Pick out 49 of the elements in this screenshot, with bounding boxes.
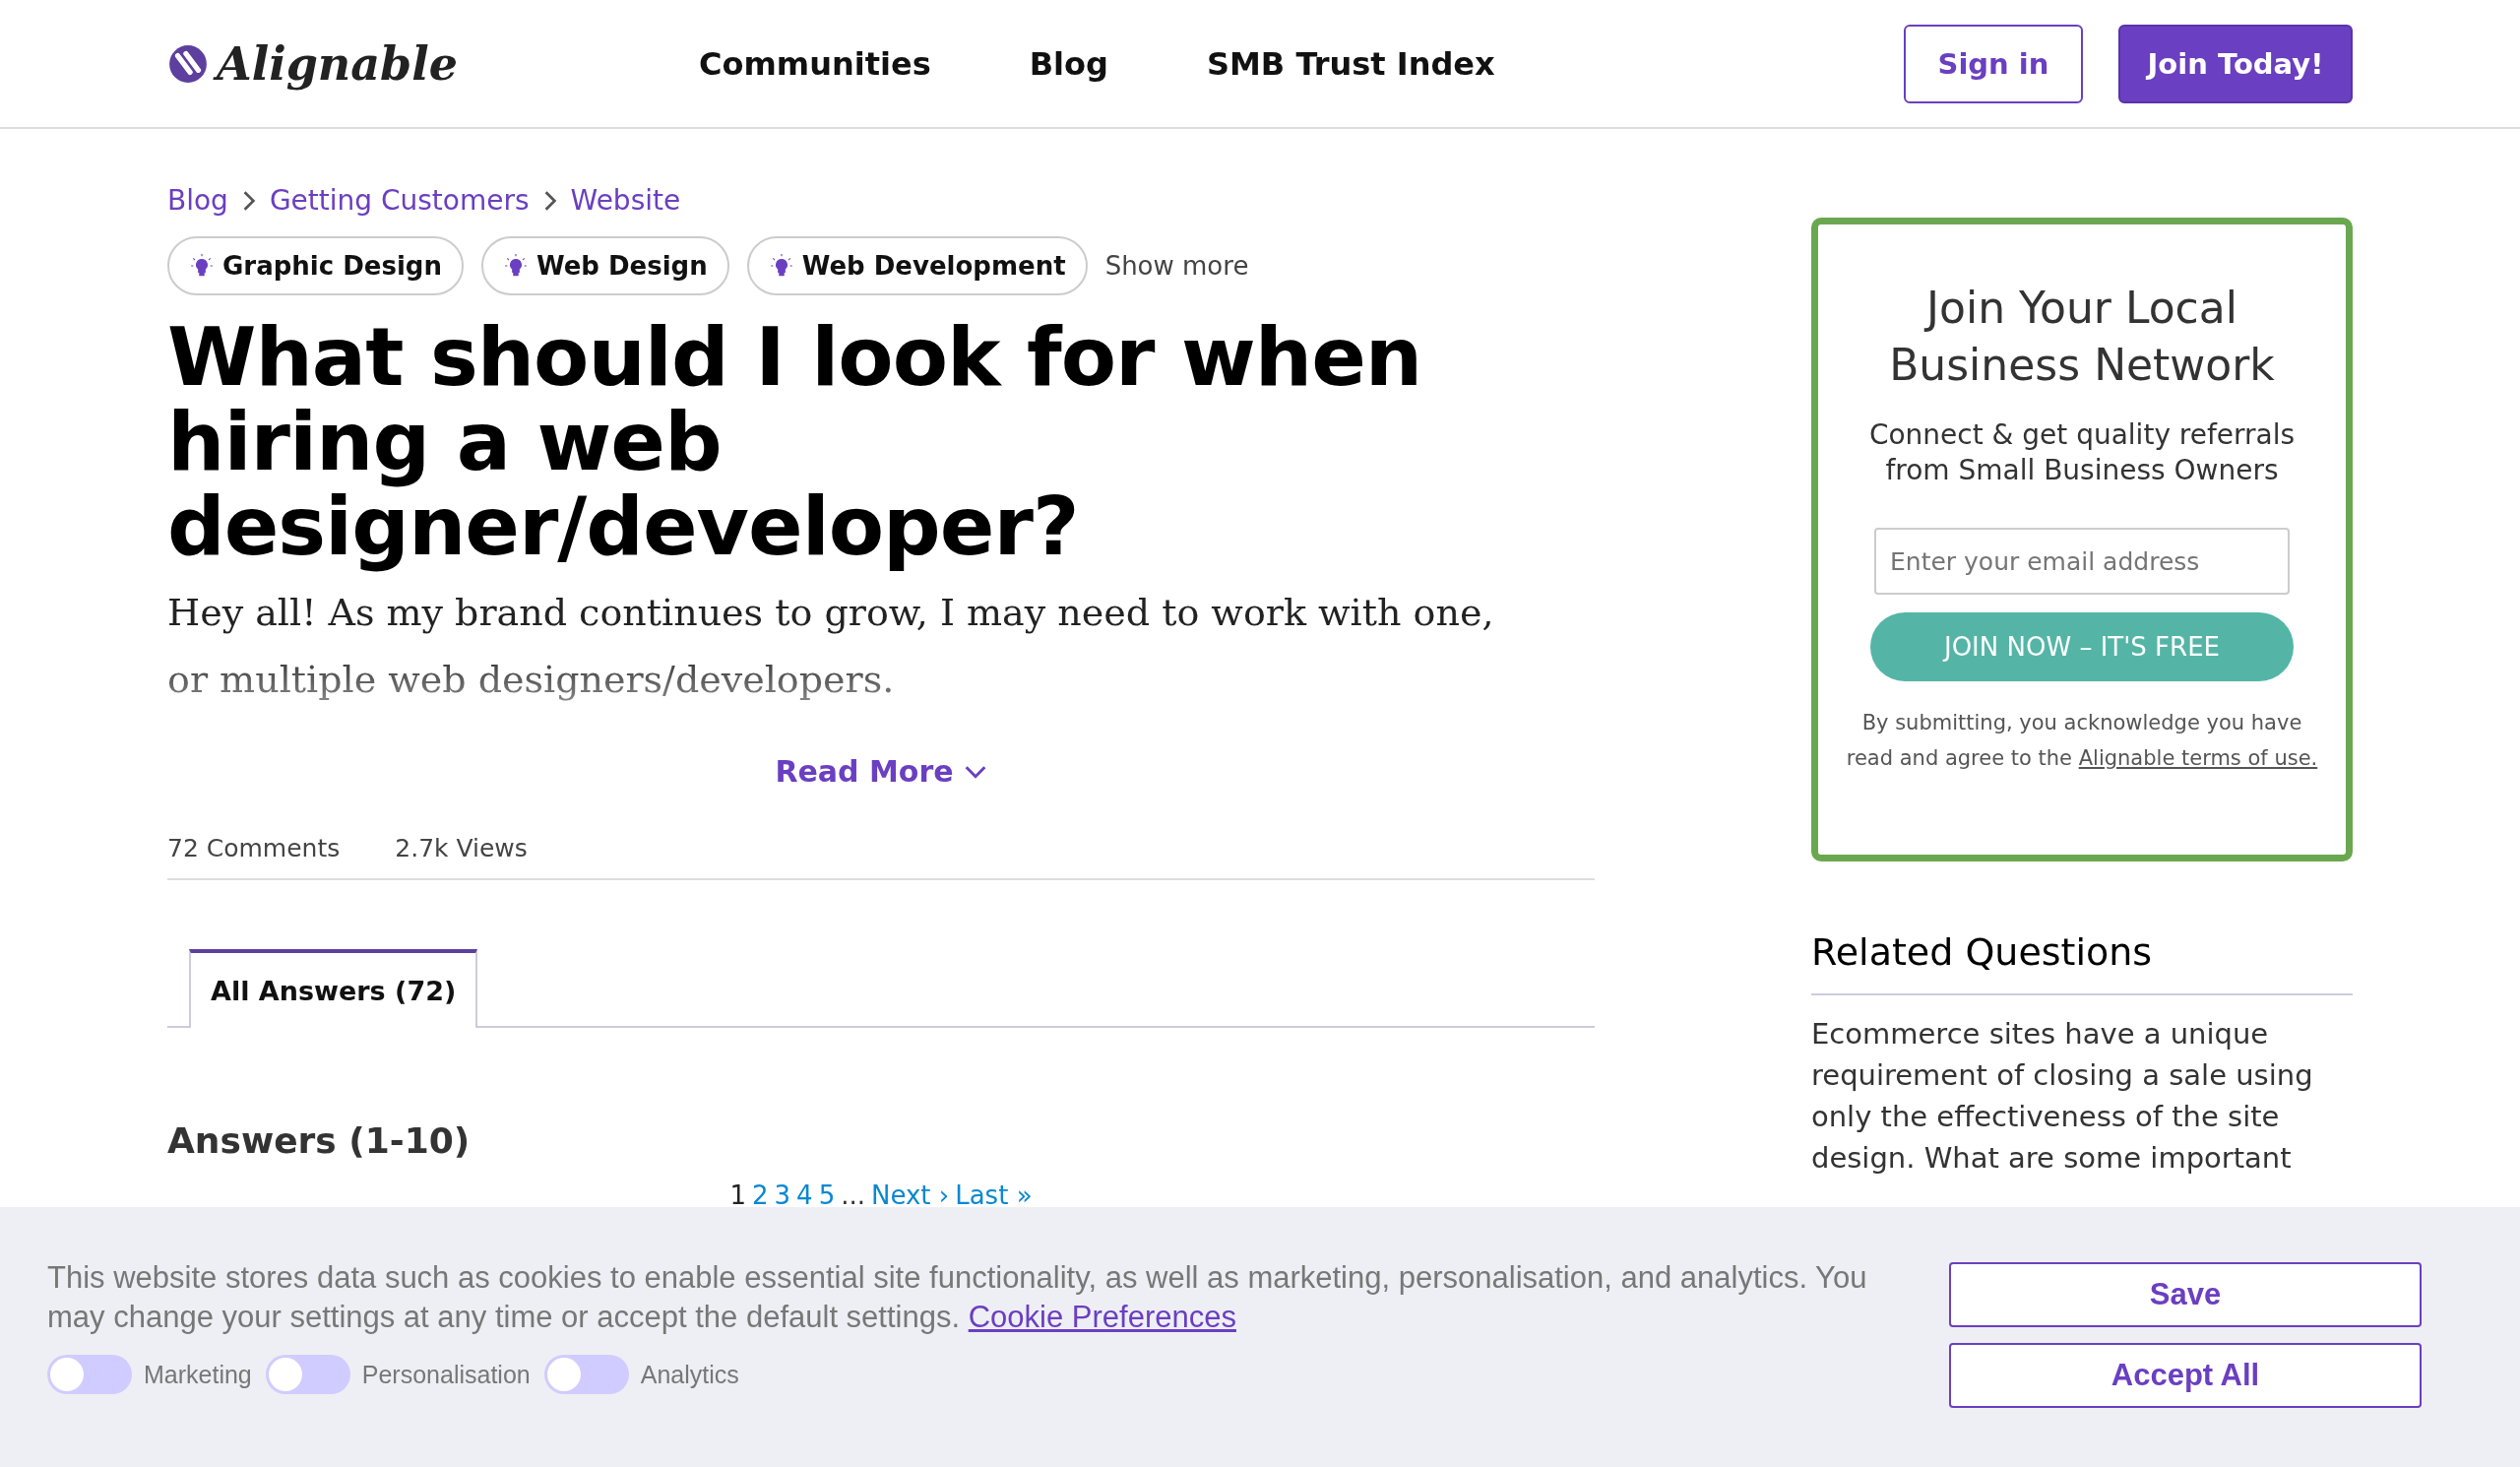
email-field[interactable]: Enter your email address — [1874, 528, 2290, 595]
page-link[interactable]: 1 — [729, 1180, 746, 1210]
cookie-button[interactable]: Save — [1949, 1262, 2422, 1327]
toggle-switch[interactable] — [543, 1355, 629, 1394]
toggle-label: Marketing — [144, 1360, 252, 1389]
chevron-down-icon — [963, 764, 987, 779]
sign-in-button[interactable]: Sign in — [1904, 24, 2083, 103]
page-link[interactable]: 4 — [796, 1180, 813, 1210]
read-more-link[interactable]: Read More — [775, 754, 987, 789]
nav-link[interactable]: Communities — [699, 44, 931, 83]
toggle-switch[interactable] — [47, 1355, 132, 1394]
breadcrumb-link[interactable]: Getting Customers — [269, 184, 530, 217]
lightbulb-icon — [189, 253, 215, 279]
page-link[interactable]: Next › — [870, 1180, 950, 1210]
answers-tab[interactable]: All Answers (72) — [189, 949, 478, 1028]
chevron-right-icon — [241, 189, 256, 212]
topic-tag[interactable]: Web Development — [746, 236, 1088, 295]
toggle-switch[interactable] — [265, 1355, 350, 1394]
nav-link[interactable]: SMB Trust Index — [1206, 44, 1495, 83]
chevron-right-icon — [542, 189, 557, 212]
related-questions-heading: Related Questions — [1811, 930, 2353, 995]
cookie-notice: This website stores data such as cookies to enable essential site functionality, as well as marketing, personalisation, and analytics. You may change your settings at any time or accept the default settings. Cookie Preferences — [47, 1259, 1868, 1336]
nav-link[interactable]: Blog — [1029, 44, 1108, 83]
page-link[interactable]: 2 — [752, 1180, 769, 1210]
page-link[interactable]: 5 — [818, 1180, 836, 1210]
answers-heading: Answers (1-10) — [167, 1120, 472, 1161]
ellipsis-text: ... — [841, 1180, 865, 1210]
signup-title: Join Your Local Business Network — [1888, 282, 2276, 392]
join-button[interactable]: Join Today! — [2118, 24, 2353, 103]
show-more-link[interactable]: Show more — [1104, 251, 1249, 281]
terms-note: By submitting, you acknowledge you have read and agree to the Alignable terms of use. — [1845, 710, 2319, 772]
signup-subtitle: Connect & get quality referrals from Small Business Owners — [1867, 417, 2297, 488]
stat-text: 2.7k Views — [395, 834, 528, 862]
toggle-label: Analytics — [640, 1360, 739, 1389]
page-link[interactable]: 3 — [774, 1180, 791, 1210]
topic-tag[interactable]: Graphic Design — [167, 236, 464, 295]
logo-icon — [167, 42, 209, 85]
topic-tag[interactable]: Web Design — [480, 236, 729, 295]
breadcrumb-link[interactable]: Blog — [167, 184, 228, 217]
related-question-link[interactable]: Ecommerce sites have a unique requirement of closing a sale using only the effectiveness of the site design. What are some important — [1811, 1013, 2353, 1179]
cookie-button[interactable]: Accept All — [1949, 1343, 2422, 1408]
stat-text: 72 Comments — [167, 834, 341, 862]
lightbulb-icon — [502, 253, 529, 279]
lightbulb-icon — [768, 253, 794, 279]
cookie-preferences-link[interactable]: Cookie Preferences — [968, 1300, 1236, 1334]
toggle-label: Personalisation — [361, 1360, 531, 1389]
terms-link[interactable]: Alignable terms of use. — [2078, 746, 2318, 770]
page-link[interactable]: Last » — [955, 1180, 1033, 1210]
breadcrumb-link[interactable]: Website — [570, 184, 681, 217]
